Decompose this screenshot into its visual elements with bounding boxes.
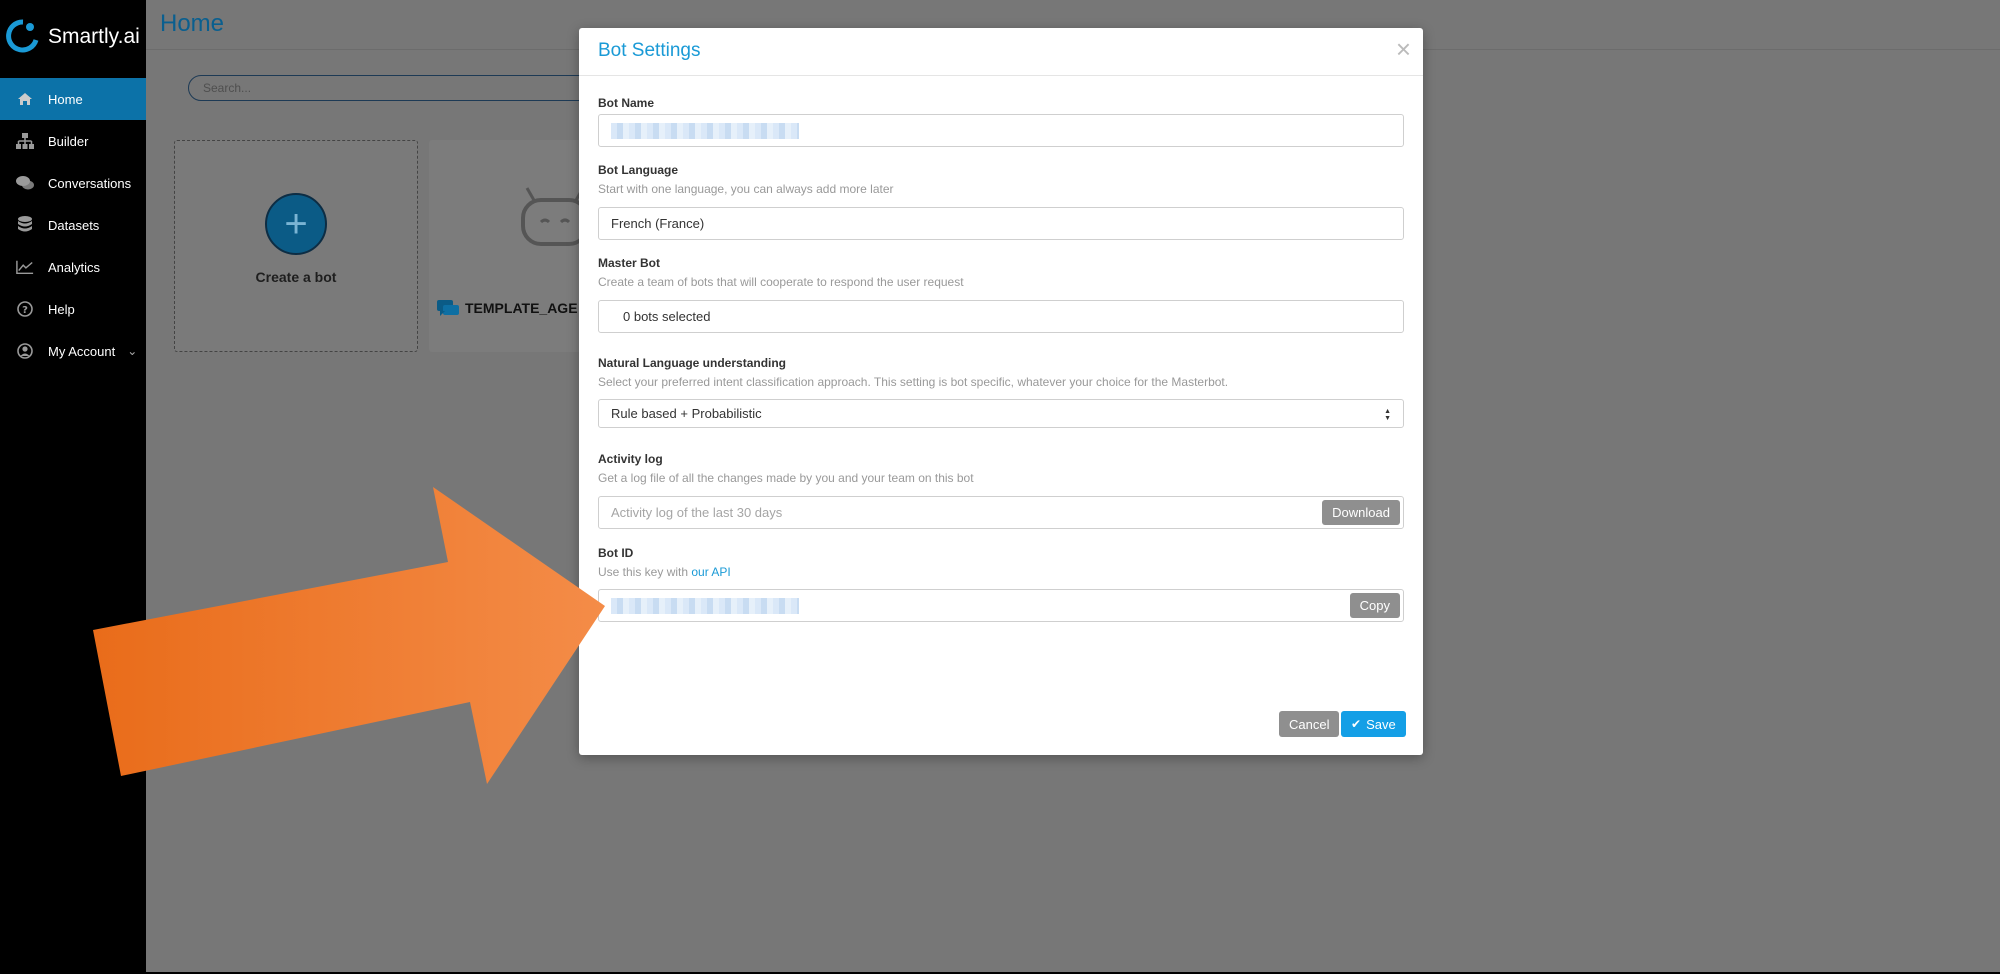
close-icon[interactable]: × — [1396, 36, 1411, 62]
bot-card-name: TEMPLATE_AGE — [465, 300, 578, 316]
activity-log-field: Activity log of the last 30 days Downloa… — [598, 496, 1404, 529]
sidebar-item-label: Home — [48, 91, 83, 107]
bot-chat-icon — [437, 300, 459, 316]
create-bot-label: Create a bot — [255, 269, 337, 285]
bot-id-help-text: Use this key with — [598, 565, 689, 579]
app-name: Smartly.ai — [48, 25, 140, 48]
sidebar-item-label: Analytics — [48, 259, 101, 275]
home-icon — [16, 90, 34, 108]
chevron-down-icon: ⌄ — [127, 344, 138, 358]
save-button[interactable]: ✔ Save — [1341, 711, 1406, 737]
redacted-bot-id — [611, 597, 799, 614]
sitemap-icon — [16, 132, 34, 150]
copy-button[interactable]: Copy — [1349, 593, 1400, 618]
plus-icon: + — [265, 193, 327, 255]
activity-log-label: Activity log — [598, 452, 663, 466]
page-title: Home — [160, 10, 225, 37]
sidebar-item-conversations[interactable]: Conversations — [0, 162, 146, 204]
sidebar-item-builder[interactable]: Builder — [0, 120, 146, 162]
nlu-select-value: Rule based + Probabilistic — [611, 406, 762, 421]
sidebar-item-analytics[interactable]: Analytics — [0, 246, 146, 288]
master-bot-help: Create a team of bots that will cooperat… — [598, 275, 964, 289]
line-chart-icon — [16, 258, 34, 276]
nlu-select[interactable]: Rule based + Probabilistic ▲ ▼ — [598, 399, 1404, 428]
user-icon — [16, 342, 34, 360]
activity-log-group: Activity log Get a log file of all the c… — [598, 452, 1404, 485]
sidebar-item-label: Help — [48, 301, 75, 317]
check-circle-icon: ✔ — [1351, 717, 1362, 731]
bot-id-help: Use this key with our API — [598, 565, 1404, 579]
bot-id-field: Copy — [598, 589, 1404, 622]
nlu-help: Select your preferred intent classificat… — [598, 375, 1229, 389]
redacted-bot-name — [611, 122, 799, 139]
activity-log-help: Get a log file of all the changes made b… — [598, 471, 974, 485]
sidebar-item-my-account[interactable]: My Account ⌄ — [0, 330, 146, 372]
activity-log-placeholder: Activity log of the last 30 days — [611, 505, 783, 520]
sidebar-item-label: My Account — [48, 343, 116, 359]
sidebar-item-label: Conversations — [48, 175, 132, 191]
bot-id-group: Bot ID Use this key with our API — [598, 546, 1404, 579]
sidebar-item-label: Builder — [48, 133, 89, 149]
app-logo[interactable]: Smartly.ai — [6, 18, 140, 56]
modal-title: Bot Settings — [598, 40, 701, 61]
bot-language-input[interactable]: French (France) — [598, 207, 1404, 240]
bot-name-input[interactable] — [598, 114, 1404, 147]
select-arrows-icon: ▲ ▼ — [1384, 408, 1391, 422]
master-bot-group: Master Bot Create a team of bots that wi… — [598, 256, 1404, 289]
bot-id-label: Bot ID — [598, 546, 634, 560]
sidebar-item-label: Datasets — [48, 217, 100, 233]
download-button[interactable]: Download — [1322, 500, 1400, 525]
database-icon — [16, 216, 34, 234]
bot-name-label: Bot Name — [598, 96, 655, 110]
master-bot-select[interactable]: 0 bots selected — [598, 300, 1404, 333]
smartly-logo-icon — [6, 19, 39, 53]
nlu-label: Natural Language understanding — [598, 356, 787, 370]
sidebar-item-help[interactable]: ? Help — [0, 288, 146, 330]
sidebar: Smartly.ai Home Builder Conversations Da… — [0, 0, 146, 974]
sidebar-item-home[interactable]: Home — [0, 78, 146, 120]
sidebar-nav: Home Builder Conversations Datasets Anal… — [0, 78, 146, 372]
help-icon: ? — [16, 300, 34, 318]
nlu-group: Natural Language understanding Select yo… — [598, 356, 1404, 389]
master-bot-label: Master Bot — [598, 256, 661, 270]
sidebar-item-datasets[interactable]: Datasets — [0, 204, 146, 246]
bot-language-help: Start with one language, you can always … — [598, 182, 894, 196]
modal-header: Bot Settings × — [579, 28, 1423, 76]
our-api-link[interactable]: our API — [691, 565, 730, 579]
bot-settings-modal: Bot Settings × Bot Name Bot Language Sta… — [579, 28, 1423, 755]
chat-icon — [16, 174, 34, 192]
bot-card-title: TEMPLATE_AGE — [437, 298, 578, 318]
bot-name-group: Bot Name — [598, 96, 1404, 110]
bot-language-group: Bot Language Start with one language, yo… — [598, 163, 1404, 196]
cancel-button[interactable]: Cancel — [1279, 711, 1340, 737]
bot-language-label: Bot Language — [598, 163, 678, 177]
svg-text:?: ? — [22, 305, 28, 316]
save-label: Save — [1366, 716, 1396, 732]
create-bot-card[interactable]: + Create a bot — [174, 140, 418, 352]
